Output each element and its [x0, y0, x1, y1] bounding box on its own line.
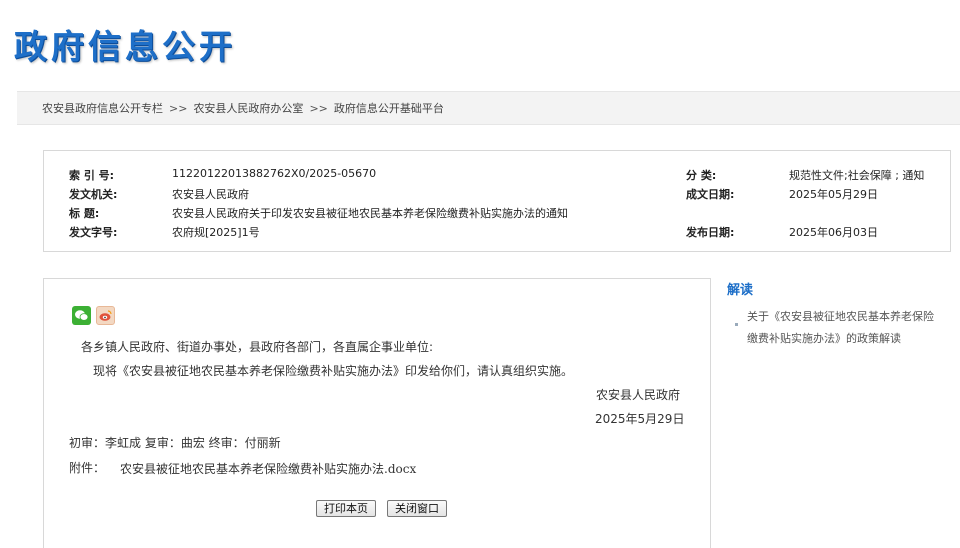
- attachment-label: 附件：: [69, 461, 106, 475]
- wechat-icon[interactable]: [72, 306, 91, 325]
- site-logo: 政府信息公开: [14, 27, 236, 66]
- issuer-label: 发文机关:: [69, 188, 118, 201]
- review-line: 初审：李虹成 复审：曲宏 终审：付丽新: [69, 436, 281, 450]
- category-value: 规范性文件;社会保障 ; 通知: [789, 169, 925, 182]
- attachment-link[interactable]: 农安县被征地农民基本养老保险缴费补贴实施办法.docx: [120, 460, 416, 477]
- breadcrumb: 农安县政府信息公开专栏 >> 农安县人民政府办公室 >> 政府信息公开基础平台: [17, 91, 960, 125]
- share-bar: [72, 306, 115, 325]
- doc-number-label: 发文字号:: [69, 226, 118, 239]
- issuer-value: 农安县人民政府: [172, 188, 249, 201]
- breadcrumb-separator: >>: [169, 102, 188, 115]
- document-content: 各乡镇人民政府、街道办事处，县政府各部门，各直属企事业单位: 现将《农安县被征地…: [43, 278, 711, 548]
- interpretation-link-line2[interactable]: 缴费补贴实施办法》的政策解读: [747, 328, 945, 350]
- bullet-icon: [735, 323, 738, 326]
- breadcrumb-item-platform[interactable]: 政府信息公开基础平台: [334, 102, 444, 115]
- interpretation-link-line1[interactable]: 关于《农安县被征地农民基本养老保险: [747, 306, 945, 328]
- doc-number-value: 农府规[2025]1号: [172, 226, 260, 239]
- published-date-value: 2025年06月03日: [789, 226, 878, 239]
- index-label: 索 引 号:: [69, 169, 115, 182]
- document-metadata: 索 引 号: 11220122013882762X0/2025-05670 分 …: [43, 150, 951, 252]
- close-window-button[interactable]: 关闭窗口: [387, 500, 447, 517]
- published-date-label: 发布日期:: [686, 226, 735, 239]
- title-value: 农安县人民政府关于印发农安县被征地农民基本养老保险缴费补贴实施办法的通知: [172, 207, 568, 220]
- interpretation-item[interactable]: 关于《农安县被征地农民基本养老保险 缴费补贴实施办法》的政策解读: [735, 306, 945, 350]
- body-text: 现将《农安县被征地农民基本养老保险缴费补贴实施办法》印发给你们，请认真组织实施。: [93, 364, 574, 378]
- written-date-value: 2025年05月29日: [789, 188, 878, 201]
- signing-date: 2025年5月29日: [595, 412, 685, 426]
- title-label: 标 题:: [69, 207, 100, 220]
- written-date-label: 成文日期:: [686, 188, 735, 201]
- index-value: 11220122013882762X0/2025-05670: [172, 167, 377, 180]
- weibo-icon[interactable]: [96, 306, 115, 325]
- category-label: 分 类:: [686, 169, 717, 182]
- salutation: 各乡镇人民政府、街道办事处，县政府各部门，各直属企事业单位:: [81, 340, 434, 354]
- print-button[interactable]: 打印本页: [316, 500, 376, 517]
- breadcrumb-item-column[interactable]: 农安县政府信息公开专栏: [42, 102, 163, 115]
- breadcrumb-item-office[interactable]: 农安县人民政府办公室: [193, 102, 303, 115]
- signer: 农安县人民政府: [596, 388, 681, 402]
- breadcrumb-separator: >>: [309, 102, 328, 115]
- interpretation-title: 解读: [727, 283, 754, 298]
